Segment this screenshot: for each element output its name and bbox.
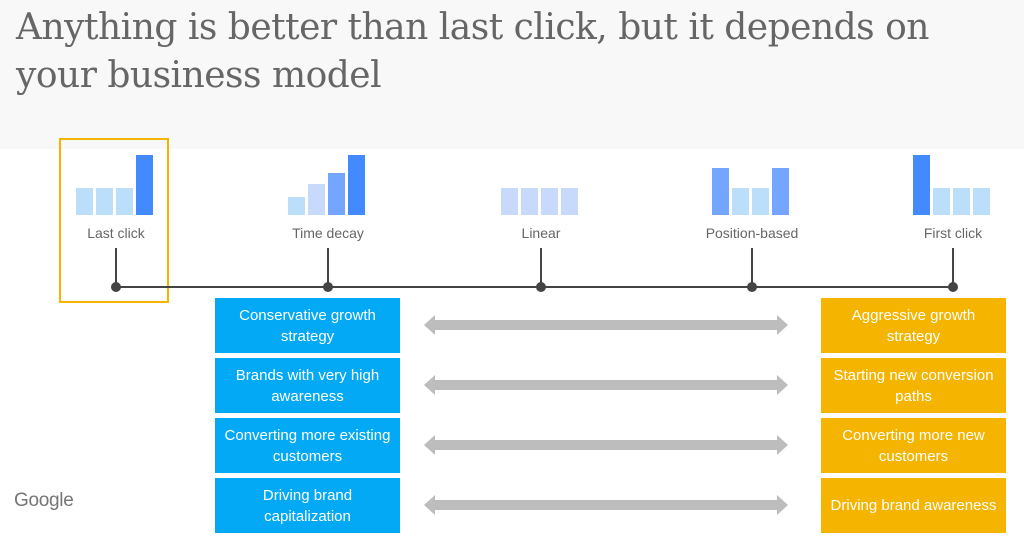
timeline-stem — [952, 248, 954, 286]
model-label: First click — [923, 225, 983, 241]
credit-bar — [288, 197, 305, 215]
credit-bar — [96, 188, 113, 215]
timeline-stem — [115, 248, 117, 286]
aggressive-strategy-box: Starting new conversion paths — [821, 358, 1006, 413]
credit-bar — [933, 188, 950, 215]
timeline-stem — [751, 248, 753, 286]
aggressive-strategy-box: Driving brand awareness — [821, 478, 1006, 533]
credit-bar — [116, 188, 133, 215]
credit-bar — [973, 188, 990, 215]
credit-bar — [772, 168, 789, 215]
conservative-strategy-box: Conservative growth strategy — [215, 298, 400, 353]
conservative-strategy-box: Brands with very high awareness — [215, 358, 400, 413]
credit-bar — [752, 188, 769, 215]
credit-bar — [136, 155, 153, 215]
model-bar-icon — [258, 145, 398, 215]
double-arrow-icon — [424, 495, 788, 515]
conservative-strategy-box: Converting more existing customers — [215, 418, 400, 473]
model-bar-icon — [682, 145, 822, 215]
double-arrow-icon — [424, 315, 788, 335]
credit-bar — [328, 173, 345, 215]
timeline-stem — [540, 248, 542, 286]
model-label: Linear — [521, 225, 561, 241]
credit-bar — [521, 188, 538, 215]
credit-bar — [541, 188, 558, 215]
model-bar-icon — [471, 145, 611, 215]
credit-bar — [953, 188, 970, 215]
credit-bar — [76, 188, 93, 215]
google-logo: Google — [14, 490, 74, 511]
slide-title: Anything is better than last click, but … — [16, 7, 929, 96]
aggressive-strategy-box: Aggressive growth strategy — [821, 298, 1006, 353]
timeline-stem — [327, 248, 329, 286]
double-arrow-icon — [424, 435, 788, 455]
model-label: Time decay — [292, 225, 364, 241]
credit-bar — [712, 168, 729, 215]
credit-bar — [561, 188, 578, 215]
model-label: Position-based — [705, 225, 799, 241]
conservative-strategy-box: Driving brand capitalization — [215, 478, 400, 533]
model-bar-icon — [883, 145, 1023, 215]
credit-bar — [732, 188, 749, 215]
model-label: Last click — [87, 225, 145, 241]
credit-bar — [913, 155, 930, 215]
aggressive-strategy-box: Converting more new customers — [821, 418, 1006, 473]
model-bar-icon — [46, 145, 186, 215]
timeline-axis — [116, 286, 954, 288]
credit-bar — [348, 155, 365, 215]
credit-bar — [308, 184, 325, 215]
credit-bar — [501, 188, 518, 215]
double-arrow-icon — [424, 375, 788, 395]
